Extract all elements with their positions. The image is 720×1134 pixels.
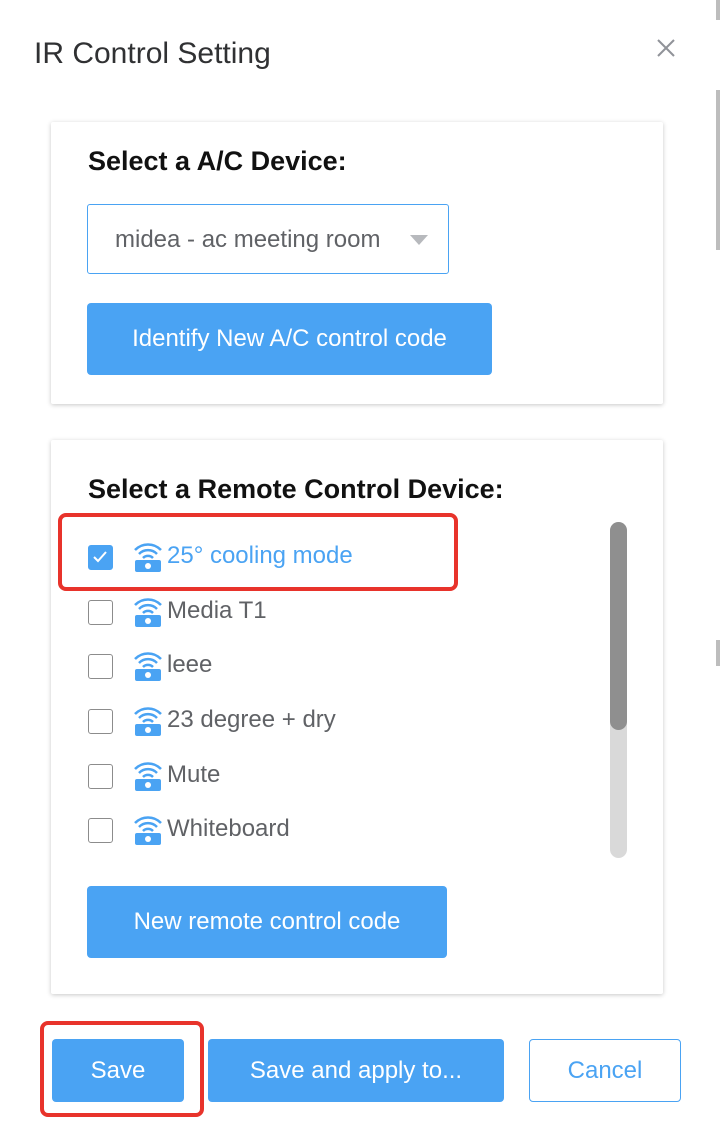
list-scrollbar-thumb[interactable] [610, 522, 627, 730]
checkbox[interactable] [88, 818, 113, 843]
remote-list-item-cooling[interactable]: 25° cooling mode [88, 537, 568, 577]
ac-device-select[interactable]: midea - ac meeting room [87, 204, 449, 274]
remote-device-heading: Select a Remote Control Device: [88, 474, 504, 504]
dialog-title: IR Control Setting [34, 37, 271, 70]
remote-control-icon [134, 598, 162, 627]
checkbox[interactable] [88, 654, 113, 679]
identify-ac-code-button[interactable]: Identify New A/C control code [87, 303, 492, 375]
close-button[interactable] [652, 34, 680, 62]
remote-list-item-23-degree[interactable]: 23 degree + dry [88, 701, 568, 741]
checkbox[interactable] [88, 600, 113, 625]
checkbox-checked[interactable] [88, 545, 113, 570]
remote-list-item-media[interactable]: Media T1 [88, 592, 568, 632]
caret-down-icon [410, 235, 428, 245]
remote-item-label: Mute [167, 761, 221, 788]
remote-item-label: 25° cooling mode [167, 542, 353, 569]
list-scrollbar-track[interactable] [610, 522, 627, 858]
ac-device-card: Select a A/C Device: midea - ac meeting … [51, 122, 663, 404]
remote-list-item-whiteboard[interactable]: Whiteboard [88, 810, 568, 850]
background-edge [716, 640, 720, 666]
background-edge [716, 90, 720, 250]
new-remote-code-button[interactable]: New remote control code [87, 886, 447, 958]
remote-control-icon [134, 543, 162, 572]
ac-device-heading: Select a A/C Device: [88, 146, 347, 176]
ac-device-selected-value: midea - ac meeting room [115, 226, 381, 253]
remote-list-item-mute[interactable]: Mute [88, 756, 568, 796]
remote-control-icon [134, 816, 162, 845]
save-button[interactable]: Save [52, 1039, 184, 1102]
remote-control-icon [134, 652, 162, 681]
cancel-button[interactable]: Cancel [529, 1039, 681, 1102]
remote-control-icon [134, 707, 162, 736]
close-icon [657, 39, 675, 57]
remote-list-item-leee[interactable]: leee [88, 646, 568, 686]
checkbox[interactable] [88, 709, 113, 734]
save-and-apply-button[interactable]: Save and apply to... [208, 1039, 504, 1102]
ir-control-dialog: IR Control Setting Select a A/C Device: … [0, 0, 720, 1134]
background-edge [716, 0, 720, 20]
remote-device-card: Select a Remote Control Device: 25° cool… [51, 440, 663, 994]
remote-control-icon [134, 762, 162, 791]
remote-item-label: leee [167, 651, 213, 678]
check-icon [93, 551, 107, 563]
checkbox[interactable] [88, 764, 113, 789]
remote-item-label: Whiteboard [167, 815, 290, 842]
remote-item-label: 23 degree + dry [167, 706, 336, 733]
remote-item-label: Media T1 [167, 597, 267, 624]
remote-device-list: 25° cooling mode Media T1 leee 23 degree… [51, 520, 663, 860]
